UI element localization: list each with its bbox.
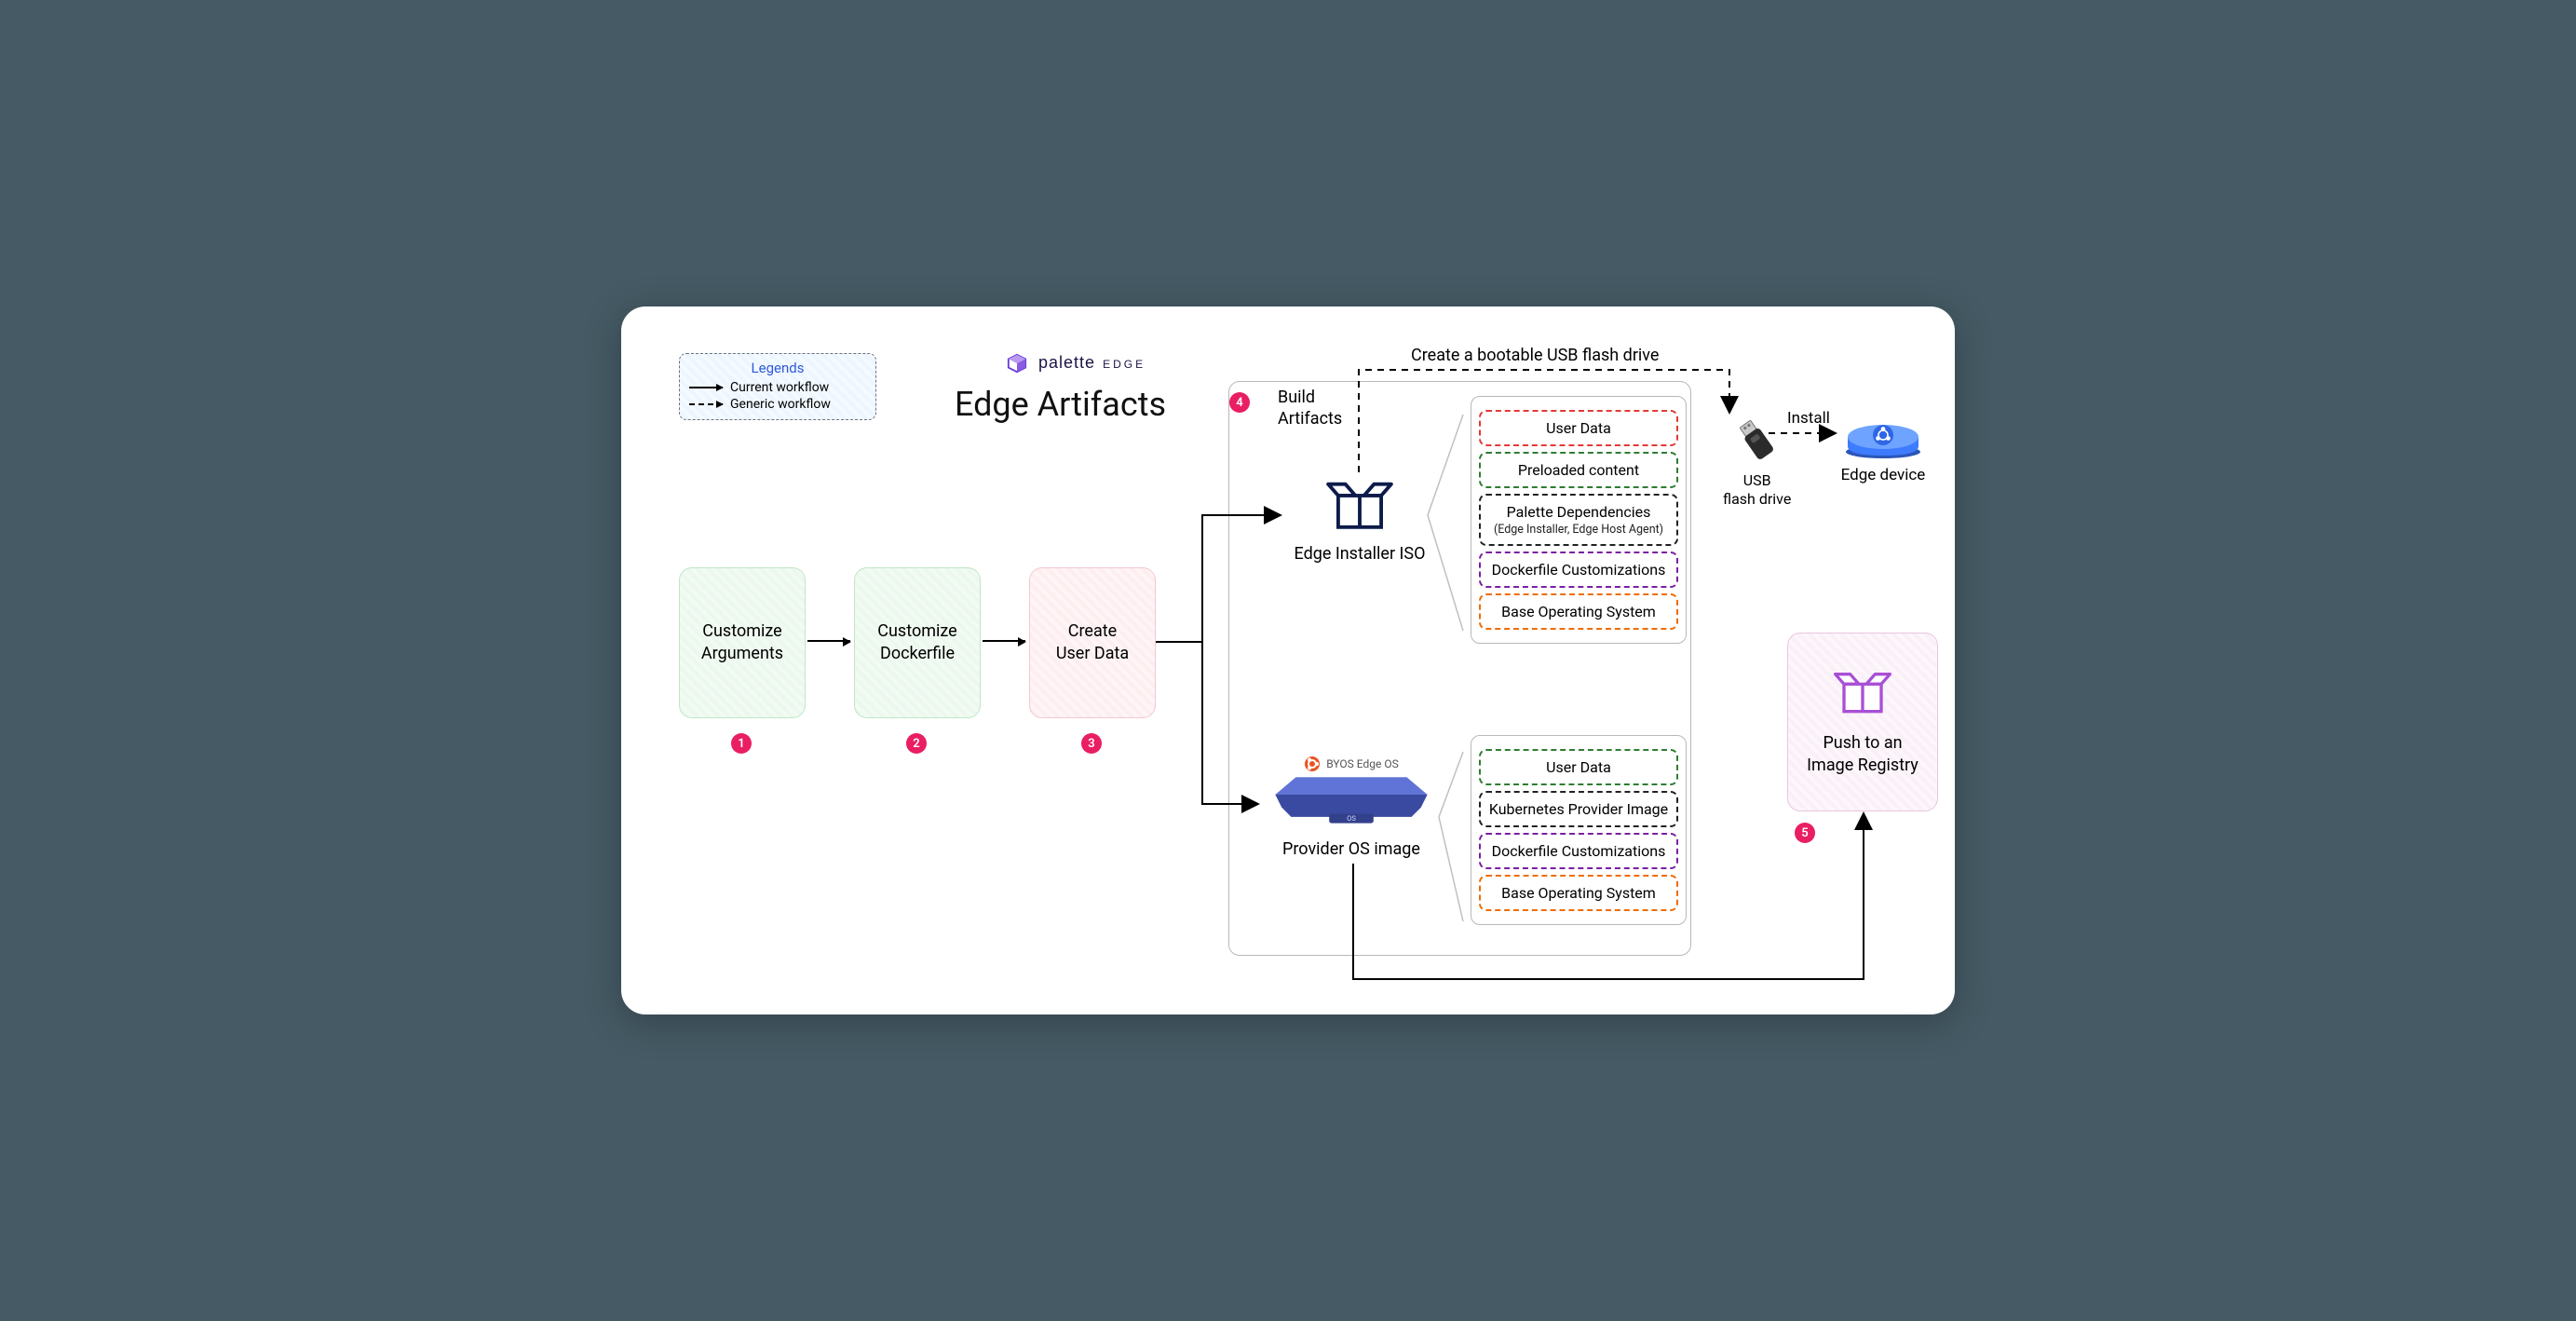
os-slab-icon: OS <box>1272 770 1430 830</box>
iso-label: Edge Installer ISO <box>1285 544 1434 564</box>
iso-layer-palette-deps-sub: (Edge Installer, Edge Host Agent) <box>1488 523 1669 537</box>
step3-label: Create User Data <box>1056 620 1129 666</box>
usb-flash-drive: USB flash drive <box>1723 416 1791 509</box>
solid-arrow-icon <box>689 387 723 388</box>
step-create-user-data: Create User Data <box>1029 567 1156 718</box>
push-label: Push to an Image Registry <box>1788 732 1937 776</box>
dashed-arrow-icon <box>689 403 723 405</box>
badge-2: 2 <box>906 733 927 754</box>
diagram-canvas: Legends Current workflow Generic workflo… <box>621 306 1955 1015</box>
usb-icon <box>1737 416 1778 467</box>
edge-device: Edge device <box>1838 403 1928 484</box>
legend-generic-row: Generic workflow <box>689 397 866 412</box>
legend-current-label: Current workflow <box>730 380 829 395</box>
top-caption: Create a bootable USB flash drive <box>1411 346 1659 365</box>
push-iconwrap: Push to an Image Registry <box>1788 668 1937 776</box>
iso-layer-palette-deps-title: Palette Dependencies <box>1507 503 1651 521</box>
iso-layer-user-data: User Data <box>1479 410 1678 446</box>
step-customize-arguments: Customize Arguments <box>679 567 806 718</box>
os-layer-k8s: Kubernetes Provider Image <box>1479 791 1678 827</box>
badge-4: 4 <box>1229 392 1250 413</box>
brand-name: palette <box>1038 353 1095 372</box>
step-push-registry: Push to an Image Registry <box>1787 633 1938 811</box>
device-label: Edge device <box>1838 466 1928 484</box>
iso-layer-dockerfile: Dockerfile Customizations <box>1479 552 1678 588</box>
legend-generic-label: Generic workflow <box>730 397 831 412</box>
arrow-1-2 <box>807 640 850 642</box>
byos-row: BYOS Edge OS <box>1258 754 1444 770</box>
diagram-title: Edge Artifacts <box>955 385 1166 424</box>
svg-text:OS: OS <box>1347 814 1356 823</box>
os-layer-stack: User Data Kubernetes Provider Image Dock… <box>1471 735 1687 925</box>
badge-3: 3 <box>1081 733 1102 754</box>
arrow-2-3 <box>983 640 1025 642</box>
install-label: Install <box>1787 409 1830 428</box>
os-label: Provider OS image <box>1258 839 1444 859</box>
palette-logo-icon <box>1007 353 1027 374</box>
usb-label: USB flash drive <box>1723 471 1791 509</box>
badge-1: 1 <box>731 733 752 754</box>
brand-edge: EDGE <box>1103 358 1146 371</box>
ubuntu-icon <box>1304 756 1321 772</box>
iso-layer-palette-deps: Palette Dependencies (Edge Installer, Ed… <box>1479 494 1678 546</box>
os-layer-user-data: User Data <box>1479 749 1678 785</box>
legend-current-row: Current workflow <box>689 380 866 395</box>
brand: palette EDGE <box>1007 353 1146 374</box>
os-layer-dockerfile: Dockerfile Customizations <box>1479 833 1678 869</box>
open-box-icon <box>1323 477 1396 533</box>
step2-label: Customize Dockerfile <box>877 620 956 666</box>
os-layer-base-os: Base Operating System <box>1479 875 1678 911</box>
iso-layer-base-os: Base Operating System <box>1479 593 1678 630</box>
edge-installer-iso: Edge Installer ISO <box>1285 477 1434 564</box>
build-artifacts-label: Build Artifacts <box>1278 388 1342 429</box>
legend-title: Legends <box>689 360 866 376</box>
iso-layer-preloaded: Preloaded content <box>1479 452 1678 488</box>
open-box-purple-icon <box>1831 668 1894 716</box>
step1-label: Customize Arguments <box>701 620 783 666</box>
byos-label: BYOS Edge OS <box>1326 757 1398 770</box>
legend-box: Legends Current workflow Generic workflo… <box>679 353 876 420</box>
provider-os-image: BYOS Edge OS OS Provider OS image <box>1258 754 1444 859</box>
step-customize-dockerfile: Customize Dockerfile <box>854 567 981 718</box>
edge-device-icon <box>1838 403 1928 461</box>
iso-layer-stack: User Data Preloaded content Palette Depe… <box>1471 396 1687 644</box>
badge-5: 5 <box>1795 823 1815 843</box>
